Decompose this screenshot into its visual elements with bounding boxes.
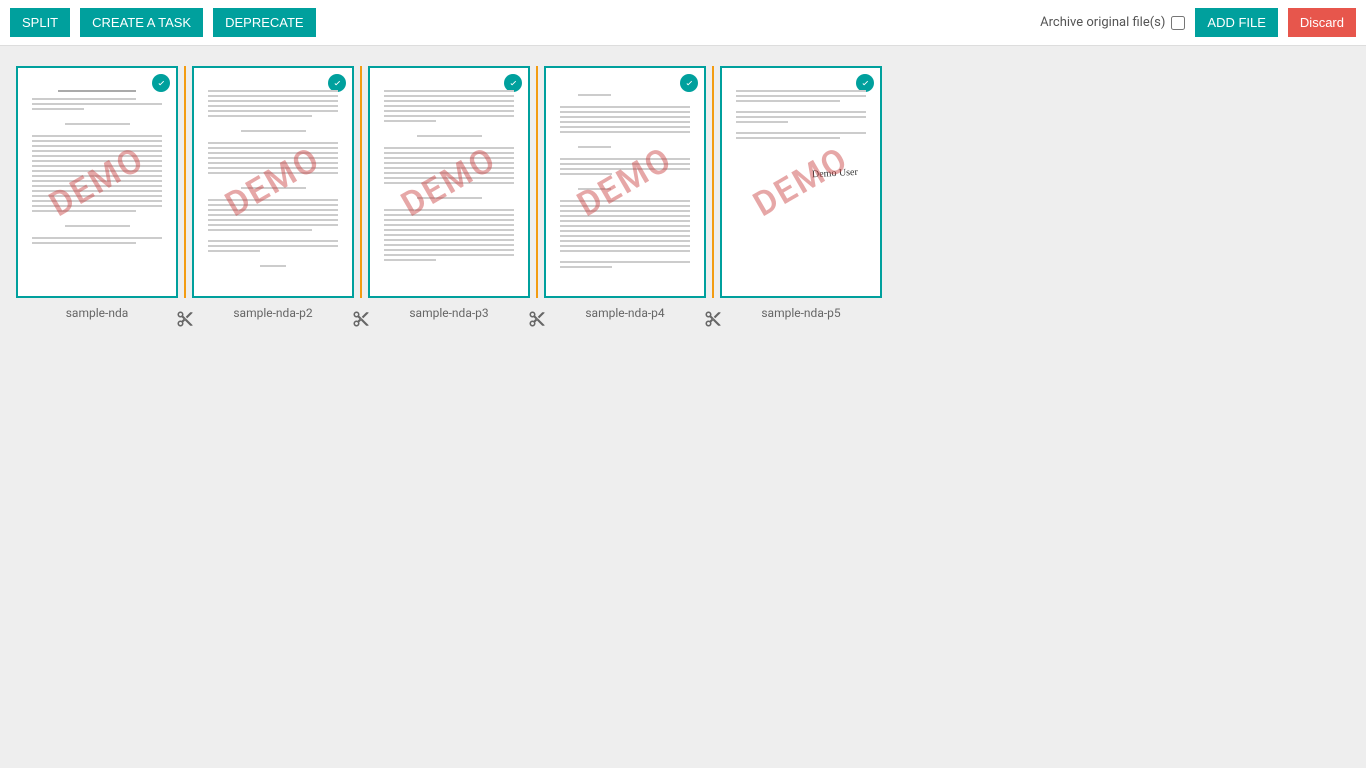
split-line	[184, 66, 186, 298]
doc-preview	[384, 90, 514, 282]
page-thumbnail-wrap[interactable]: DEMO	[544, 66, 706, 298]
page-caption: sample-nda-p2	[233, 306, 312, 320]
scissor-icon[interactable]	[352, 310, 370, 328]
archive-checkbox[interactable]	[1171, 16, 1185, 30]
page-thumbnail: DEMO	[16, 66, 178, 298]
page-thumbnail-wrap[interactable]: Demo User DEMO	[720, 66, 882, 298]
scissor-icon[interactable]	[528, 310, 546, 328]
split-line	[360, 66, 362, 298]
page-column: DEMO sample-nda-p4	[538, 66, 712, 320]
split-column	[712, 66, 714, 298]
discard-button[interactable]: Discard	[1288, 8, 1356, 37]
page-caption: sample-nda	[66, 306, 129, 320]
page-thumbnail-wrap[interactable]: DEMO	[192, 66, 354, 298]
split-line	[536, 66, 538, 298]
toolbar-left: SPLIT CREATE A TASK DEPRECATE	[10, 8, 316, 37]
page-thumbnail-wrap[interactable]: DEMO	[16, 66, 178, 298]
split-marker[interactable]	[536, 66, 538, 298]
doc-preview	[208, 90, 338, 282]
page-column: Demo User DEMO sample-nda-p5	[714, 66, 888, 320]
split-column	[536, 66, 538, 298]
page-caption: sample-nda-p4	[585, 306, 664, 320]
page-thumbnail: DEMO	[368, 66, 530, 298]
split-marker[interactable]	[360, 66, 362, 298]
page-thumbnail-wrap[interactable]: DEMO	[368, 66, 530, 298]
split-marker[interactable]	[712, 66, 714, 298]
split-line	[712, 66, 714, 298]
page-thumbnail: DEMO	[192, 66, 354, 298]
deprecate-button[interactable]: DEPRECATE	[213, 8, 316, 37]
split-button[interactable]: SPLIT	[10, 8, 70, 37]
create-task-button[interactable]: CREATE A TASK	[80, 8, 203, 37]
signature: Demo User	[812, 167, 858, 180]
page-column: DEMO sample-nda-p2	[186, 66, 360, 320]
archive-label-text: Archive original file(s)	[1040, 15, 1165, 30]
archive-checkbox-label[interactable]: Archive original file(s)	[1040, 15, 1185, 30]
page-caption: sample-nda-p5	[761, 306, 840, 320]
page-column: DEMO sample-nda	[10, 66, 184, 320]
page-column: DEMO sample-nda-p3	[362, 66, 536, 320]
page-thumbnails-area: DEMO sample-nda	[0, 46, 1366, 340]
doc-preview: Demo User	[736, 90, 866, 282]
split-column	[360, 66, 362, 298]
page-thumbnail: DEMO	[544, 66, 706, 298]
split-column	[184, 66, 186, 298]
scissor-icon[interactable]	[176, 310, 194, 328]
toolbar: SPLIT CREATE A TASK DEPRECATE Archive or…	[0, 0, 1366, 46]
page-caption: sample-nda-p3	[409, 306, 488, 320]
toolbar-right: Archive original file(s) ADD FILE Discar…	[1040, 8, 1356, 37]
split-marker[interactable]	[184, 66, 186, 298]
page-thumbnail: Demo User DEMO	[720, 66, 882, 298]
doc-preview	[32, 90, 162, 282]
scissor-icon[interactable]	[704, 310, 722, 328]
add-file-button[interactable]: ADD FILE	[1195, 8, 1278, 37]
doc-preview	[560, 90, 690, 282]
